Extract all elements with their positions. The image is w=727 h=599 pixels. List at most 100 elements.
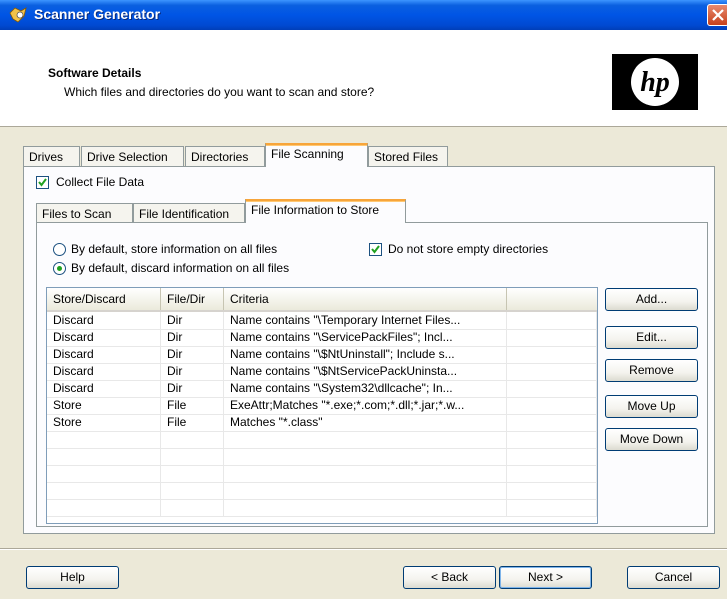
tab-directories[interactable]: Directories <box>185 146 265 167</box>
add-button[interactable]: Add... <box>605 288 698 311</box>
close-button[interactable] <box>707 4 727 26</box>
table-row-empty <box>47 482 597 500</box>
cell-criteria: Name contains "\$NtUninstall"; Include s… <box>224 346 507 363</box>
checkmark-icon <box>371 245 380 254</box>
cell-file-dir: Dir <box>161 380 224 397</box>
cell-empty <box>507 380 597 397</box>
cell-store-discard <box>47 465 161 482</box>
table-row[interactable]: Discard Dir Name contains "\ServicePackFil… <box>47 329 597 347</box>
tab-file-identification[interactable]: File Identification <box>133 203 245 224</box>
cell-file-dir <box>161 482 224 499</box>
header-title: Software Details <box>48 66 142 80</box>
collect-file-data-checkbox[interactable] <box>36 176 49 189</box>
rules-listview[interactable]: Store/Discard File/Dir Criteria Discard D… <box>46 287 598 524</box>
cell-empty <box>507 329 597 346</box>
column-header-criteria[interactable]: Criteria <box>224 288 507 310</box>
listview-header: Store/Discard File/Dir Criteria <box>47 288 597 312</box>
cell-file-dir: Dir <box>161 312 224 329</box>
window-title: Scanner Generator <box>34 6 161 22</box>
cancel-button[interactable]: Cancel <box>627 566 720 589</box>
app-icon <box>9 7 27 23</box>
cell-file-dir: Dir <box>161 363 224 380</box>
table-row[interactable]: Store File Matches "*.class" <box>47 414 597 432</box>
column-header-empty[interactable] <box>507 288 597 310</box>
cell-store-discard: Discard <box>47 312 161 329</box>
table-row[interactable]: Discard Dir Name contains "\$NtUninstall";… <box>47 346 597 364</box>
column-header-file-dir[interactable]: File/Dir <box>161 288 224 310</box>
cell-store-discard <box>47 482 161 499</box>
tab-file-information-to-store[interactable]: File Information to Store <box>245 199 406 223</box>
table-row[interactable]: Store File ExeAttr;Matches "*.exe;*.com;*.… <box>47 397 597 415</box>
cell-empty <box>507 346 597 363</box>
tab-files-to-scan[interactable]: Files to Scan <box>36 203 133 224</box>
move-down-button[interactable]: Move Down <box>605 428 698 451</box>
cell-file-dir: Dir <box>161 329 224 346</box>
cell-file-dir: File <box>161 397 224 414</box>
table-row-empty <box>47 499 597 517</box>
collect-file-data-label: Collect File Data <box>56 175 145 189</box>
cell-store-discard <box>47 431 161 448</box>
table-row-empty <box>47 465 597 483</box>
store-all-label: By default, store information on all fil… <box>71 242 278 256</box>
tab-drive-selection[interactable]: Drive Selection <box>81 146 184 167</box>
table-row[interactable]: Discard Dir Name contains "\System32\dllca… <box>47 380 597 398</box>
cell-empty <box>507 312 597 329</box>
cell-empty <box>507 431 597 448</box>
empty-directories-label: Do not store empty directories <box>388 242 549 256</box>
cell-store-discard <box>47 499 161 516</box>
cell-criteria <box>224 465 507 482</box>
column-header-store-discard[interactable]: Store/Discard <box>47 288 161 310</box>
back-button[interactable]: < Back <box>403 566 496 589</box>
cell-criteria <box>224 431 507 448</box>
discard-all-radio[interactable] <box>53 262 66 275</box>
cell-file-dir: Dir <box>161 346 224 363</box>
cell-criteria <box>224 499 507 516</box>
table-row-empty <box>47 448 597 466</box>
next-button[interactable]: Next > <box>499 566 592 589</box>
cell-criteria: Matches "*.class" <box>224 414 507 431</box>
close-icon <box>712 9 724 21</box>
cell-store-discard: Store <box>47 414 161 431</box>
store-all-radio[interactable] <box>53 243 66 256</box>
discard-all-label: By default, discard information on all f… <box>71 261 290 275</box>
cell-criteria: Name contains "\System32\dllcache"; In..… <box>224 380 507 397</box>
cell-criteria: Name contains "\ServicePackFiles"; Incl.… <box>224 329 507 346</box>
footer-separator <box>0 548 727 550</box>
cell-empty <box>507 482 597 499</box>
help-button[interactable]: Help <box>26 566 119 589</box>
cell-file-dir: File <box>161 414 224 431</box>
edit-button[interactable]: Edit... <box>605 326 698 349</box>
cell-empty <box>507 397 597 414</box>
radio-selected-dot <box>57 266 62 271</box>
wizard-header: Software Details Which files and directo… <box>0 30 727 127</box>
tab-drives[interactable]: Drives <box>23 146 80 167</box>
cell-criteria: Name contains "\$NtServicePackUninsta... <box>224 363 507 380</box>
tab-stored-files[interactable]: Stored Files <box>368 146 448 167</box>
cell-criteria: ExeAttr;Matches "*.exe;*.com;*.dll;*.jar… <box>224 397 507 414</box>
svg-text:hp: hp <box>640 67 670 98</box>
cell-criteria: Name contains "\Temporary Internet Files… <box>224 312 507 329</box>
cell-empty <box>507 499 597 516</box>
cell-store-discard: Discard <box>47 346 161 363</box>
table-row-empty <box>47 431 597 449</box>
remove-button[interactable]: Remove <box>605 359 698 382</box>
cell-store-discard: Store <box>47 397 161 414</box>
table-row[interactable]: Discard Dir Name contains "\$NtServicePack… <box>47 363 597 381</box>
cell-store-discard <box>47 448 161 465</box>
hp-logo: hp <box>612 54 698 110</box>
empty-directories-checkbox[interactable] <box>369 243 382 256</box>
title-bar[interactable]: Scanner Generator <box>0 0 727 30</box>
cell-file-dir <box>161 431 224 448</box>
cell-file-dir <box>161 465 224 482</box>
table-row[interactable]: Discard Dir Name contains "\Temporary Inte… <box>47 312 597 330</box>
move-up-button[interactable]: Move Up <box>605 395 698 418</box>
tab-file-scanning[interactable]: File Scanning <box>265 143 368 167</box>
cell-criteria <box>224 482 507 499</box>
cell-empty <box>507 414 597 431</box>
cell-criteria <box>224 448 507 465</box>
cell-store-discard: Discard <box>47 329 161 346</box>
cell-store-discard: Discard <box>47 380 161 397</box>
cell-empty <box>507 363 597 380</box>
cell-empty <box>507 465 597 482</box>
cell-empty <box>507 448 597 465</box>
